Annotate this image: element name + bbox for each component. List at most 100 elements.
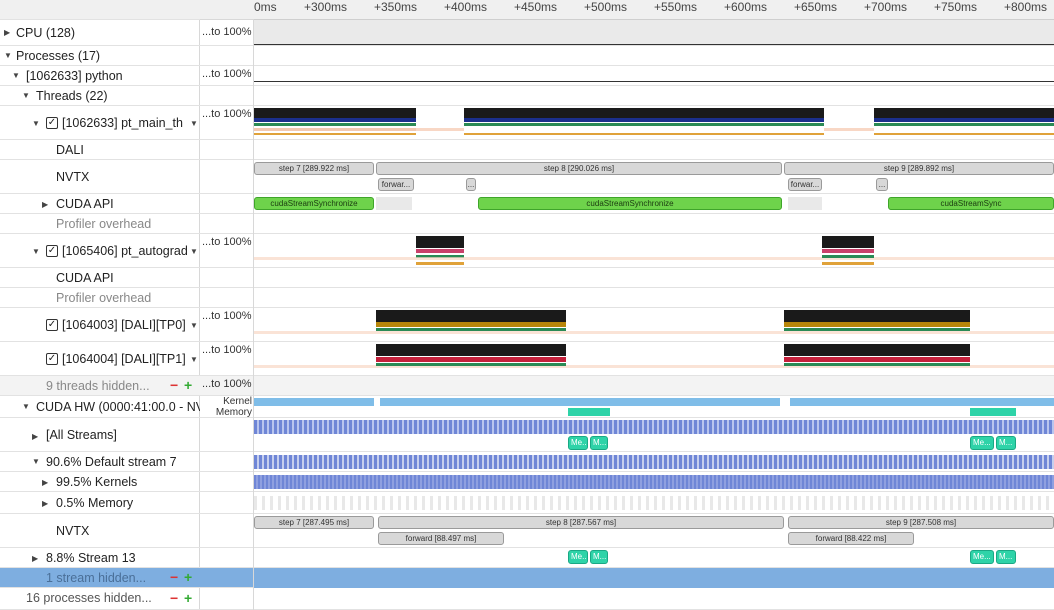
thread-checkbox[interactable]: ✓ xyxy=(46,117,58,129)
autograd-thread-label: [1065406] pt_autograd xyxy=(62,244,188,258)
cpu-label: CPU (128) xyxy=(16,26,76,40)
scale-label: ...to 100% xyxy=(202,344,252,356)
collapse-triangle-icon[interactable]: ▼ xyxy=(12,71,20,80)
nvtx-range[interactable]: ... xyxy=(876,178,888,191)
cuda-api-label: CUDA API xyxy=(56,197,114,211)
stream13-label: 8.8% Stream 13 xyxy=(46,551,136,565)
dropdown-icon[interactable]: ▼ xyxy=(190,247,198,256)
scale-label: ...to 100% xyxy=(202,26,252,38)
default-stream-label: 90.6% Default stream 7 xyxy=(46,455,177,469)
expand-triangle-icon[interactable]: ▶ xyxy=(42,200,48,209)
process-usage-line xyxy=(254,81,1054,82)
cuda-api-call[interactable]: cudaStreamSynchronize xyxy=(254,197,374,210)
profiler-overhead-label: Profiler overhead xyxy=(56,291,152,305)
cuda-hw-label: CUDA HW (0000:41:00.0 - NVIDIA xyxy=(36,400,200,414)
nvtx-range[interactable]: step 9 [289.892 ms] xyxy=(784,162,1054,175)
nvtx-range[interactable]: forwar... xyxy=(378,178,414,191)
memcpy-op[interactable]: Me... xyxy=(568,550,588,564)
processes-hidden-label: 16 processes hidden... xyxy=(26,591,152,605)
expand-triangle-icon[interactable]: ▶ xyxy=(42,478,48,487)
threads-label: Threads (22) xyxy=(36,89,108,103)
collapse-triangle-icon[interactable]: ▼ xyxy=(22,402,30,411)
expand-triangle-icon[interactable]: ▶ xyxy=(32,554,38,563)
all-streams-label: [All Streams] xyxy=(46,428,117,442)
plus-icon[interactable]: + xyxy=(184,590,192,606)
thread-activity xyxy=(376,310,566,322)
nvtx-range[interactable]: step 9 [287.508 ms] xyxy=(788,516,1054,529)
plus-icon[interactable]: + xyxy=(184,569,192,585)
collapse-triangle-icon[interactable]: ▼ xyxy=(4,51,12,60)
minus-icon[interactable]: − xyxy=(170,590,178,606)
thread-activity xyxy=(254,108,416,118)
memcpy-op[interactable]: M... xyxy=(590,550,608,564)
memcpy-op[interactable]: M... xyxy=(590,436,608,450)
kernel-stripes[interactable] xyxy=(254,455,1054,469)
thread-activity xyxy=(416,236,464,248)
memory-stripes xyxy=(254,496,1054,510)
scale-column: ...to 100% ...to 100% ...to 100% ...to 1… xyxy=(200,0,254,610)
expand-triangle-icon[interactable]: ▶ xyxy=(4,28,10,37)
scale-label: ...to 100% xyxy=(202,310,252,322)
memory-label: 0.5% Memory xyxy=(56,496,134,510)
ruler-tick: +600ms xyxy=(724,0,768,14)
memcpy-op[interactable]: Me... xyxy=(970,436,994,450)
cuda-api-call[interactable]: cudaStreamSync xyxy=(888,197,1054,210)
memcpy-op[interactable]: M... xyxy=(996,436,1016,450)
nvtx-range[interactable]: forward [88.497 ms] xyxy=(378,532,504,545)
ruler-tick: +800ms xyxy=(1004,0,1048,14)
kernel-legend: Kernel Memory xyxy=(215,396,252,418)
thread-activity xyxy=(376,344,566,356)
kernels-label: 99.5% Kernels xyxy=(56,475,138,489)
expand-triangle-icon[interactable]: ▶ xyxy=(32,432,38,441)
dropdown-icon[interactable]: ▼ xyxy=(190,119,198,128)
main-thread-label: [1062633] pt_main_th xyxy=(62,116,183,130)
kernel-stripes[interactable] xyxy=(254,420,1054,434)
minus-icon[interactable]: − xyxy=(170,569,178,585)
dropdown-icon[interactable]: ▼ xyxy=(190,355,198,364)
nvtx-range[interactable]: forward [88.422 ms] xyxy=(788,532,914,545)
ruler-tick: +500ms xyxy=(584,0,628,14)
plus-icon[interactable]: + xyxy=(184,377,192,393)
thread-activity xyxy=(784,344,970,356)
ruler-tick: +300ms xyxy=(304,0,348,14)
ruler-tick: +550ms xyxy=(654,0,698,14)
scale-label: ...to 100% xyxy=(202,68,252,80)
collapse-triangle-icon[interactable]: ▼ xyxy=(32,457,40,466)
collapse-triangle-icon[interactable]: ▼ xyxy=(22,91,30,100)
time-ruler[interactable]: 0ms +300ms +350ms +400ms +450ms +500ms +… xyxy=(254,0,1054,20)
dali-tp0-label: [1064003] [DALI][TP0] xyxy=(62,318,186,332)
ruler-tick: +400ms xyxy=(444,0,488,14)
cuda-api-call[interactable]: cudaStreamSynchronize xyxy=(478,197,782,210)
memcpy-op[interactable]: Me... xyxy=(568,436,588,450)
python-process-label: [1062633] python xyxy=(26,69,123,83)
kernel-stripes[interactable] xyxy=(254,475,1054,489)
ruler-tick: +650ms xyxy=(794,0,838,14)
threads-hidden-label: 9 threads hidden... xyxy=(46,379,150,393)
nvtx-range[interactable]: step 7 [287.495 ms] xyxy=(254,516,374,529)
collapse-triangle-icon[interactable]: ▼ xyxy=(32,119,40,128)
nvtx-range[interactable]: step 8 [290.026 ms] xyxy=(376,162,782,175)
minus-icon[interactable]: − xyxy=(170,377,178,393)
memcpy-op[interactable]: M... xyxy=(996,550,1016,564)
thread-checkbox[interactable]: ✓ xyxy=(46,245,58,257)
nvtx-range[interactable]: step 7 [289.922 ms] xyxy=(254,162,374,175)
timeline-panel[interactable]: 0ms +300ms +350ms +400ms +450ms +500ms +… xyxy=(254,0,1054,610)
dropdown-icon[interactable]: ▼ xyxy=(190,321,198,330)
memcpy-op[interactable]: Me... xyxy=(970,550,994,564)
nvtx-label: NVTX xyxy=(56,170,90,184)
thread-checkbox[interactable]: ✓ xyxy=(46,353,58,365)
ruler-tick: +450ms xyxy=(514,0,558,14)
thread-checkbox[interactable]: ✓ xyxy=(46,319,58,331)
kernel-coverage-bar xyxy=(380,398,780,406)
nvtx-label: NVTX xyxy=(56,524,90,538)
expand-triangle-icon[interactable]: ▶ xyxy=(42,499,48,508)
nvtx-range[interactable]: step 8 [287.567 ms] xyxy=(378,516,784,529)
nvtx-range[interactable]: ... xyxy=(466,178,476,191)
thread-activity xyxy=(874,108,1054,118)
ruler-tick: +750ms xyxy=(934,0,978,14)
scale-label: ...to 100% xyxy=(202,108,252,120)
cpu-usage-graph xyxy=(254,20,1054,45)
nvtx-range[interactable]: forwar... xyxy=(788,178,822,191)
collapse-triangle-icon[interactable]: ▼ xyxy=(32,247,40,256)
row-labels-panel: 2s ▶ CPU (128) ▼ Processes (17) ▼ [10626… xyxy=(0,0,1054,610)
